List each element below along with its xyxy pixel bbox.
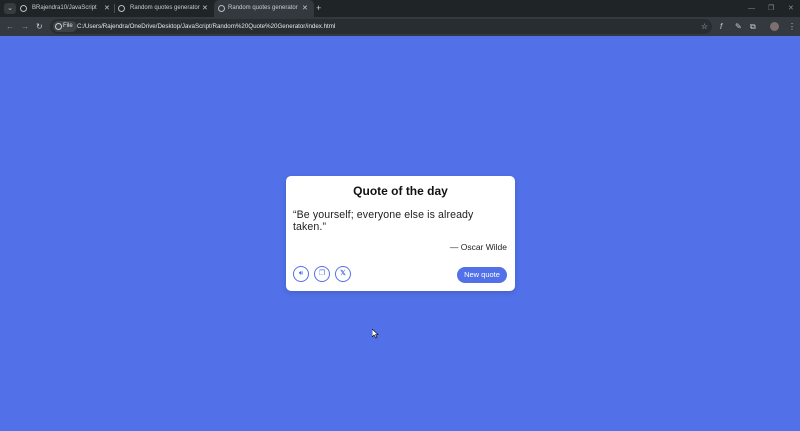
extensions-icon[interactable]: ⧉	[750, 17, 756, 36]
forward-button[interactable]: →	[21, 17, 29, 36]
tab-random-quotes-1[interactable]: Random quotes generator ✕	[118, 0, 210, 17]
pen-icon[interactable]: ✎	[735, 17, 742, 36]
tab-github[interactable]: BRajendra10/JavaScript ✕	[20, 0, 112, 17]
minimize-button[interactable]: —	[748, 0, 755, 17]
quote-card: Quote of the day “Be yourself; everyone …	[286, 176, 515, 291]
copy-icon: ❐	[318, 270, 326, 277]
close-window-button[interactable]: ✕	[788, 0, 794, 17]
close-tab-icon[interactable]: ✕	[202, 0, 208, 17]
file-label: File	[63, 23, 73, 29]
browser-toolbar: ← → ↻ File C:/Users/Rajendra/OneDrive/De…	[0, 17, 800, 36]
close-tab-icon[interactable]: ✕	[302, 0, 308, 17]
speaker-icon: 🔊︎	[298, 270, 304, 277]
tab-random-quotes-active[interactable]: Random quotes generator ✕	[214, 0, 314, 17]
quote-author: — Oscar Wilde	[449, 242, 507, 252]
share-x-button[interactable]: 𝕏	[335, 266, 351, 282]
site-info-chip[interactable]: File	[53, 21, 77, 32]
back-button[interactable]: ←	[6, 17, 14, 36]
tab-search-button[interactable]: ⌄	[4, 3, 16, 14]
new-tab-button[interactable]: +	[316, 0, 321, 17]
restore-button[interactable]: ❐	[768, 0, 774, 17]
menu-icon[interactable]: ⋮	[788, 17, 796, 36]
tab-strip: ⌄ BRajendra10/JavaScript ✕ Random quotes…	[0, 0, 800, 17]
new-quote-button[interactable]: New quote	[457, 267, 507, 283]
globe-icon	[218, 5, 225, 12]
font-icon[interactable]: f	[720, 17, 722, 36]
copy-button[interactable]: ❐	[314, 266, 330, 282]
github-icon	[20, 5, 27, 12]
card-title: Quote of the day	[353, 184, 448, 198]
speak-button[interactable]: 🔊︎	[293, 266, 309, 282]
tab-label: Random quotes generator	[228, 5, 298, 11]
x-logo-icon: 𝕏	[340, 270, 346, 277]
bookmark-star-icon[interactable]: ☆	[701, 19, 708, 34]
reload-button[interactable]: ↻	[36, 17, 43, 36]
info-icon	[55, 23, 62, 30]
avatar[interactable]	[770, 22, 779, 31]
quote-text: “Be yourself; everyone else is already t…	[293, 209, 474, 233]
url-text[interactable]: C:/Users/Rajendra/OneDrive/Desktop/JavaS…	[77, 19, 335, 34]
address-bar[interactable]: File C:/Users/Rajendra/OneDrive/Desktop/…	[50, 19, 712, 34]
tab-label: Random quotes generator	[130, 5, 200, 11]
tab-label: BRajendra10/JavaScript	[32, 5, 97, 11]
globe-icon	[118, 5, 125, 12]
close-tab-icon[interactable]: ✕	[104, 0, 110, 17]
